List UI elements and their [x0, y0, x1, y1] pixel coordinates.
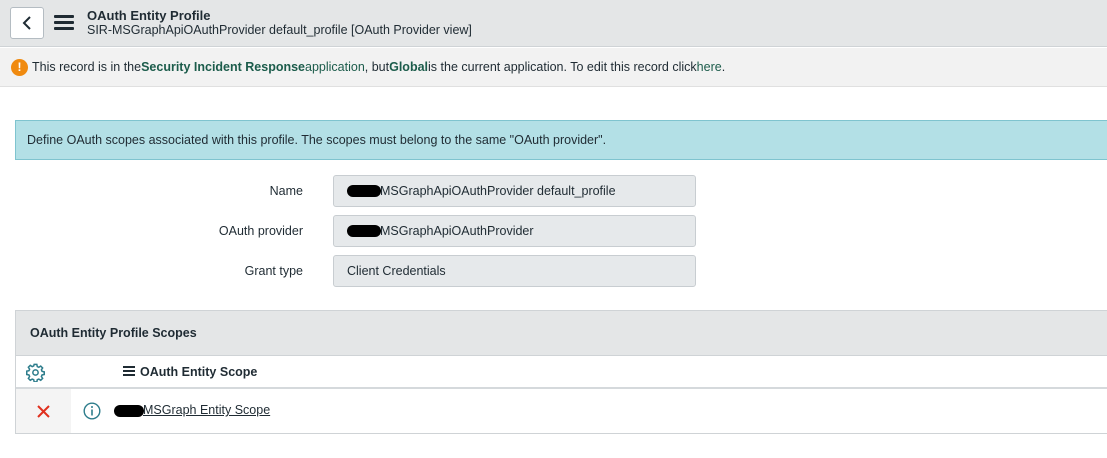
notice-app-name: Security Incident Response — [141, 60, 306, 74]
grant-type-field[interactable]: Client Credentials — [333, 255, 696, 287]
gear-icon[interactable] — [26, 363, 45, 382]
chevron-left-icon — [22, 16, 31, 30]
info-message: Define OAuth scopes associated with this… — [15, 120, 1107, 160]
grant-type-row: Grant type Client Credentials — [0, 255, 700, 287]
column-oauth-entity-scope[interactable]: OAuth Entity Scope — [123, 365, 257, 379]
notice-suffix: . — [721, 60, 726, 74]
page-subtitle: SIR-MSGraphApiOAuthProvider default_prof… — [87, 23, 472, 37]
name-row: Name MSGraphApiOAuthProvider default_pro… — [0, 175, 700, 207]
back-button[interactable] — [10, 7, 44, 39]
oauth-provider-field[interactable]: MSGraphApiOAuthProvider — [333, 215, 696, 247]
related-list-column-header: OAuth Entity Scope — [16, 356, 1107, 389]
name-label: Name — [269, 184, 303, 198]
oauth-provider-row: OAuth provider MSGraphApiOAuthProvider — [0, 215, 700, 247]
notice-mid: , but — [364, 60, 390, 74]
name-value: MSGraphApiOAuthProvider default_profile — [380, 184, 616, 198]
oauth-provider-value: MSGraphApiOAuthProvider — [380, 224, 534, 238]
table-row: MSGraph Entity Scope — [16, 389, 1107, 433]
column-title: OAuth Entity Scope — [140, 365, 258, 379]
scope-link[interactable]: MSGraph Entity Scope — [114, 403, 270, 417]
edit-here-link[interactable]: here — [697, 60, 722, 74]
notice-app-text: application — [305, 60, 365, 74]
notice-mid2: is the current application. To edit this… — [428, 60, 697, 74]
related-list-title: OAuth Entity Profile Scopes — [16, 311, 1107, 356]
application-scope-notice: ! This record is in the Security Inciden… — [0, 48, 1107, 87]
column-menu-icon[interactable] — [123, 366, 135, 378]
notice-current-app: Global — [389, 60, 429, 74]
grant-type-value: Client Credentials — [347, 264, 446, 278]
warning-icon: ! — [11, 58, 28, 76]
notice-prefix: This record is in the — [32, 60, 142, 74]
title-block: OAuth Entity Profile SIR-MSGraphApiOAuth… — [87, 8, 472, 38]
page-title: OAuth Entity Profile — [87, 8, 211, 23]
hamburger-menu-icon[interactable] — [54, 15, 76, 33]
oauth-provider-label: OAuth provider — [218, 224, 303, 238]
redaction-mark — [347, 225, 381, 237]
scope-value: MSGraph Entity Scope — [143, 403, 271, 417]
delete-row-button[interactable] — [16, 389, 71, 433]
name-field[interactable]: MSGraphApiOAuthProvider default_profile — [333, 175, 696, 207]
form-header: OAuth Entity Profile SIR-MSGraphApiOAuth… — [0, 0, 1107, 47]
info-icon[interactable] — [83, 402, 101, 420]
related-list-panel: OAuth Entity Profile Scopes OAuth Entity… — [15, 310, 1107, 434]
grant-type-label: Grant type — [244, 264, 303, 278]
redaction-mark — [114, 404, 144, 417]
close-icon — [37, 404, 50, 418]
redaction-mark — [347, 185, 381, 197]
